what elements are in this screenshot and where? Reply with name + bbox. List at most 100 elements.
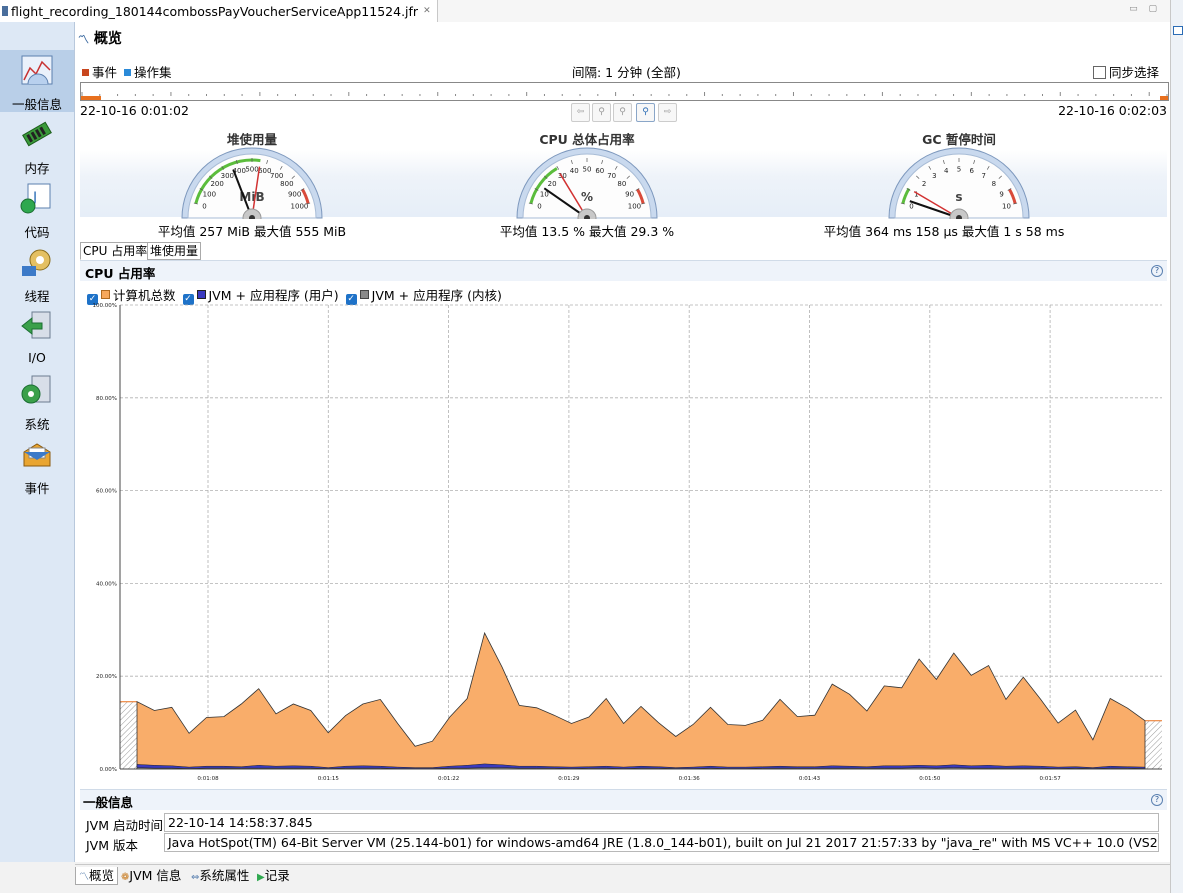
tab-recording[interactable]: ▶记录	[254, 867, 293, 884]
gc-gauge-tick-label: 5	[957, 166, 961, 174]
nav-label-memory: 内存	[24, 161, 50, 176]
gc-gauge-tick-label: 6	[970, 167, 975, 175]
events-icon	[23, 443, 51, 467]
recording-icon: ▶	[257, 872, 265, 883]
zoom-in-button[interactable]: ⚲	[636, 103, 655, 122]
nav-label-events: 事件	[24, 481, 50, 496]
gc-gauge-tick-label: 4	[944, 167, 949, 175]
events-legend-label: 事件	[92, 65, 118, 80]
x-tick-label: 0:01:22	[438, 776, 459, 782]
cpu-gauge-tick-label: 40	[570, 167, 579, 175]
nav-item-overview[interactable]: 一般信息	[0, 50, 74, 112]
heap-gauge-tick-label: 500	[245, 166, 258, 174]
memory-icon	[22, 121, 52, 147]
cpu-gauge-unit-label: %	[581, 190, 593, 204]
x-tick-label: 0:01:08	[197, 776, 219, 782]
jvm-start-label: JVM 启动时间	[86, 818, 163, 833]
nav-item-io[interactable]: I/O	[0, 306, 74, 368]
sync-selection-label: 同步选择	[1108, 65, 1159, 80]
timeline-range-bar[interactable]	[80, 82, 1169, 101]
zoom-out-max-button[interactable]: ⚲	[613, 103, 632, 122]
scroll-left-button[interactable]: ⇦	[571, 103, 590, 122]
sync-selection-checkbox[interactable]: 同步选择	[1092, 62, 1159, 81]
tab-jvm-info-label: JVM 信息	[129, 868, 182, 883]
cpu-gauge-tick-label: 0	[537, 202, 541, 210]
gc-pause-gauge: 01234 5 678910s	[888, 147, 1030, 219]
editor-file-tab[interactable]: flight_recording_180144combossPayVoucher…	[0, 0, 438, 22]
nav-label-io: I/O	[28, 350, 46, 365]
help-icon[interactable]: ?	[1151, 265, 1163, 277]
heap-gauge-tick-label: 100	[203, 190, 216, 198]
y-tick-label: 60.00%	[96, 489, 117, 495]
heap-gauge-tick-label: 1000	[291, 202, 309, 210]
right-gutter	[1170, 0, 1183, 893]
range-start-time: 22-10-16 0:01:02	[80, 103, 189, 118]
nav-item-system[interactable]: 系统	[0, 370, 74, 432]
tab-overview[interactable]: 〽概览	[75, 867, 119, 885]
help-icon[interactable]: ?	[1151, 794, 1163, 806]
nav-label-overview: 一般信息	[11, 97, 62, 112]
window-controls[interactable]: ▭ ▢	[1129, 4, 1161, 14]
general-info-title: 一般信息	[83, 795, 134, 810]
y-tick-label: 40.00%	[96, 581, 117, 587]
cpu-gauge-tick-label: 20	[548, 180, 557, 188]
heap-gauge-tick-label: 900	[288, 190, 301, 198]
jvm-version-label: JVM 版本	[86, 838, 138, 853]
cpu-panel-title: CPU 占用率	[85, 266, 156, 281]
x-tick-label: 0:01:43	[799, 776, 821, 782]
gc-gauge-tick-label: 9	[999, 190, 1003, 198]
y-tick-label: 20.00%	[96, 674, 117, 680]
range-end-time: 22-10-16 0:02:03	[1058, 103, 1167, 118]
nav-item-events[interactable]: 事件	[0, 434, 74, 496]
overview-icon	[21, 55, 53, 85]
heap-usage-gauge: 0100200300400 500 6007008009001000MiB	[181, 147, 323, 219]
range-legend: 事件 操作集	[82, 62, 172, 81]
opset-legend-swatch	[124, 69, 131, 76]
legend-jvm-user-label: JVM + 应用程序 (用户)	[208, 288, 339, 303]
scroll-right-button[interactable]: ⇨	[658, 103, 677, 122]
tab-cpu-usage[interactable]: CPU 占用率	[80, 242, 151, 260]
legend-total-checkbox[interactable]: ✓ 计算机总数	[87, 288, 176, 305]
tab-system-properties[interactable]: ⇔系统属性	[188, 867, 252, 884]
cpu-gauge-tick-label: 70	[607, 172, 616, 180]
overview-icon: 〽	[79, 872, 89, 883]
cpu-panel-header: CPU 占用率 ?	[80, 260, 1167, 281]
system-icon	[21, 375, 51, 404]
no-data-region-end	[1145, 720, 1162, 769]
nav-item-threads[interactable]: 线程	[0, 242, 74, 304]
tab-jvm-info[interactable]: ❁JVM 信息	[118, 867, 184, 884]
tab-system-properties-label: 系统属性	[199, 868, 250, 883]
x-tick-label: 0:01:57	[1039, 776, 1061, 782]
legend-total-label: 计算机总数	[113, 288, 176, 303]
zoom-out-button[interactable]: ⚲	[592, 103, 611, 122]
restore-icon[interactable]	[1173, 26, 1183, 35]
gc-gauge-tick-label: 2	[922, 180, 926, 188]
heap-gauge-tick-label: 0	[202, 202, 206, 210]
cpu-usage-chart: 0.00% 20.00% 40.00% 60.00% 80.00% 100.00% 0:01…	[93, 303, 1162, 782]
heap-gauge-stats: 平均值 257 MiB 最大值 555 MiB	[157, 224, 347, 239]
gc-gauge-tick-label: 8	[992, 180, 996, 188]
cpu-usage-gauge: 0102030405060708090100%	[516, 147, 658, 219]
gc-gauge-tick-label: 0	[909, 202, 913, 210]
jvm-version-value: Java HotSpot(TM) 64-Bit Server VM (25.14…	[164, 833, 1159, 852]
nav-label-code: 代码	[24, 225, 50, 240]
x-tick-label: 0:01:50	[919, 776, 941, 782]
x-tick-label: 0:01:36	[679, 776, 701, 782]
page-header: 〽 概览	[78, 28, 122, 48]
legend-jvm-kernel-checkbox[interactable]: ✓ JVM + 应用程序 (内核)	[345, 288, 502, 305]
y-tick-label: 80.00%	[96, 396, 117, 402]
nav-item-code[interactable]: J 代码	[0, 178, 74, 240]
events-legend-swatch	[82, 69, 89, 76]
close-tab-icon[interactable]: ✕	[423, 6, 431, 16]
legend-jvm-user-checkbox[interactable]: ✓ JVM + 应用程序 (用户)	[182, 288, 339, 305]
editor-tab-bar: flight_recording_180144combossPayVoucher…	[0, 0, 1183, 23]
code-icon: J	[20, 183, 51, 214]
tab-heap-usage[interactable]: 堆使用量	[147, 242, 202, 260]
page-title: 概览	[93, 31, 122, 47]
x-tick-label: 0:01:15	[318, 776, 340, 782]
gc-gauge-tick-label: 3	[932, 172, 936, 180]
legend-jvm-kernel-label: JVM + 应用程序 (内核)	[371, 288, 502, 303]
interval-label: 间隔: 1 分钟 (全部)	[572, 65, 681, 80]
gc-gauge-tick-label: 10	[1002, 202, 1011, 210]
nav-item-memory[interactable]: 内存	[0, 114, 74, 176]
